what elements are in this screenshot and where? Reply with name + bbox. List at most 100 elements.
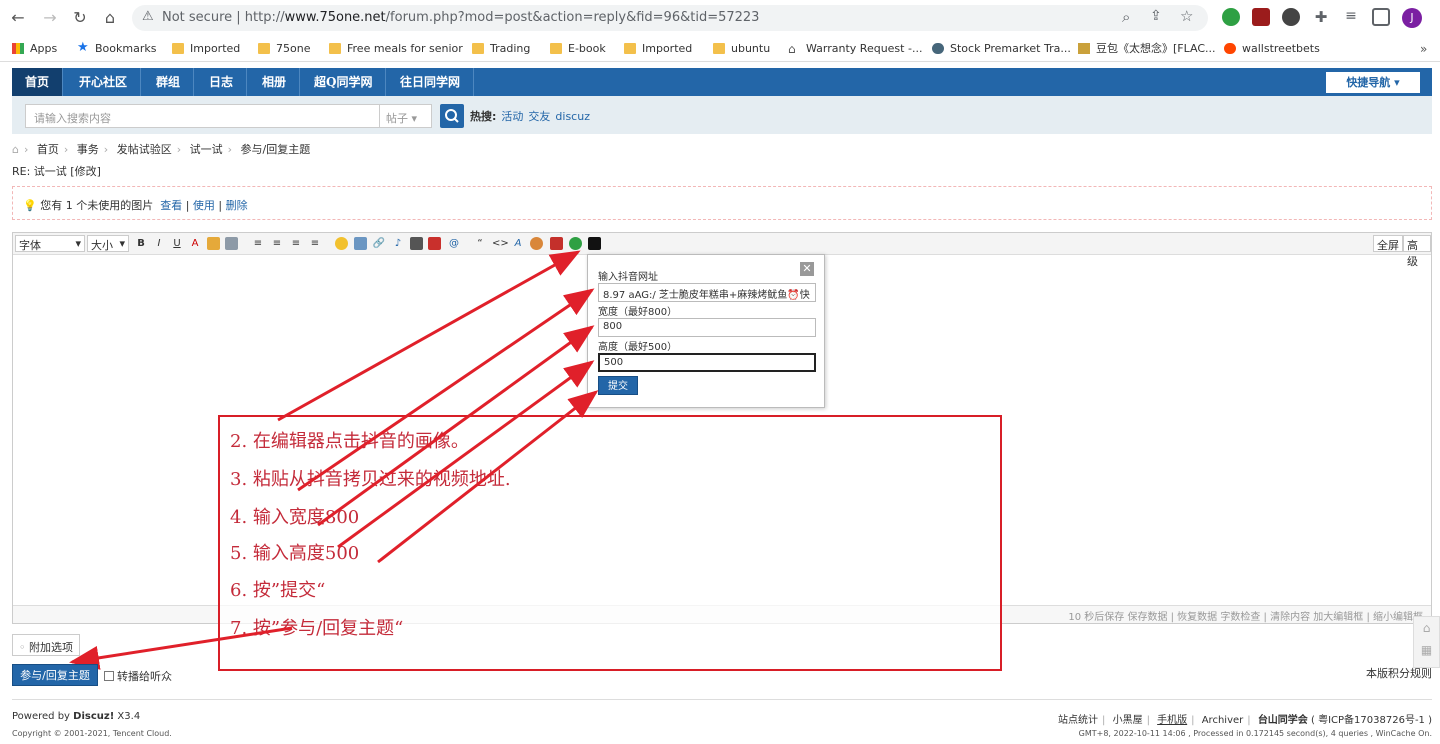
- close-icon[interactable]: ✕: [800, 262, 814, 276]
- breadcrumb-item[interactable]: 发帖试验区: [117, 143, 172, 156]
- back-arrow-icon[interactable]: ←: [8, 8, 28, 28]
- footer-link-archiver[interactable]: Archiver: [1202, 715, 1244, 726]
- bookmark-bookmarks[interactable]: ★ Bookmarks: [75, 40, 156, 58]
- italic-icon[interactable]: I: [152, 237, 166, 251]
- width-input[interactable]: 800: [598, 318, 816, 337]
- align-center-icon[interactable]: ≡: [270, 237, 284, 251]
- fullscreen-button[interactable]: 全屏: [1373, 235, 1403, 252]
- nav-home[interactable]: 首页: [12, 68, 64, 96]
- bold-icon[interactable]: B: [134, 237, 148, 251]
- bookmark-ebook[interactable]: E-book: [548, 40, 606, 58]
- bookmark-ubuntu[interactable]: ubuntu: [711, 40, 770, 58]
- scroll-top-icon[interactable]: ⌂: [1414, 621, 1439, 635]
- bookmark-warranty[interactable]: ⌂ Warranty Request -...: [786, 40, 922, 58]
- code-icon[interactable]: <>: [492, 237, 509, 251]
- highlight-icon[interactable]: [207, 237, 220, 250]
- footer-link-mobile[interactable]: 手机版: [1157, 715, 1187, 726]
- reply-submit-button[interactable]: 参与/回复主题: [12, 664, 98, 686]
- reload-icon[interactable]: ↻: [70, 8, 90, 28]
- puzzle-extensions-icon[interactable]: ✚: [1312, 8, 1330, 26]
- hot-item[interactable]: 活动: [501, 110, 523, 123]
- bookmark-imported-2[interactable]: Imported: [622, 40, 692, 58]
- breadcrumb-item[interactable]: 事务: [77, 143, 99, 156]
- use-link[interactable]: 使用: [193, 199, 215, 212]
- bookmark-wallstreetbets[interactable]: wallstreetbets: [1222, 40, 1320, 58]
- hot-item[interactable]: discuz: [555, 110, 590, 123]
- url-scheme: http://: [244, 10, 285, 25]
- search-type-select[interactable]: 帖子 ▾: [380, 104, 432, 128]
- underline-icon[interactable]: U: [170, 237, 184, 251]
- bookmark-free-meals[interactable]: Free meals for senior: [327, 40, 463, 58]
- delete-link[interactable]: 删除: [226, 199, 248, 212]
- tiktok-url-input[interactable]: 8.97 aAG:/ 芝士脆皮年糕串+麻辣烤鱿鱼⏰快: [598, 283, 816, 302]
- broadcast-checkbox[interactable]: 转播给听众: [104, 668, 172, 684]
- search-button[interactable]: [440, 104, 464, 128]
- step-5: 5. 输入高度500: [230, 543, 360, 564]
- breadcrumb-item[interactable]: 试一试: [190, 143, 223, 156]
- home-icon[interactable]: ⌂: [100, 8, 120, 28]
- nav-groups[interactable]: 群组: [143, 68, 195, 96]
- nav-classmates[interactable]: 往日同学网: [387, 68, 475, 96]
- align-right-icon[interactable]: ≡: [289, 237, 303, 251]
- youtube-icon[interactable]: [550, 237, 563, 250]
- bookmark-apps[interactable]: Apps: [10, 40, 57, 58]
- size-select[interactable]: 大小 ▾: [87, 235, 129, 252]
- bookmark-75one[interactable]: 75one: [256, 40, 310, 58]
- nav-community[interactable]: 开心社区: [66, 68, 142, 96]
- side-panel-icon[interactable]: [1372, 8, 1390, 26]
- image-icon[interactable]: [354, 237, 367, 250]
- at-mention-icon[interactable]: @: [447, 237, 461, 251]
- height-input[interactable]: 500: [598, 353, 816, 372]
- profile-avatar[interactable]: J: [1402, 8, 1422, 28]
- breadcrumb-item[interactable]: 首页: [37, 143, 59, 156]
- font-style-icon[interactable]: A: [511, 237, 525, 251]
- checkbox-icon[interactable]: [104, 671, 114, 681]
- bookmark-imported[interactable]: Imported: [170, 40, 240, 58]
- folder-icon: [472, 43, 484, 54]
- forward-arrow-icon[interactable]: →: [40, 8, 60, 28]
- footer-link-stats[interactable]: 站点统计: [1058, 715, 1098, 726]
- discuz-link[interactable]: Discuz!: [73, 711, 114, 722]
- extension-circles-icon[interactable]: [1282, 8, 1300, 26]
- font-color-icon[interactable]: A: [188, 237, 202, 251]
- search-input[interactable]: 请输入搜索内容: [25, 104, 380, 128]
- ublock-icon[interactable]: [1252, 8, 1270, 26]
- bookmark-trading[interactable]: Trading: [470, 40, 530, 58]
- font-select[interactable]: 字体 ▾: [15, 235, 85, 252]
- attach-options-toggle[interactable]: ◦ 附加选项: [12, 634, 80, 656]
- reading-list-icon[interactable]: ≡: [1342, 8, 1360, 26]
- nav-album[interactable]: 相册: [249, 68, 301, 96]
- music-icon[interactable]: ♪: [391, 237, 405, 251]
- quote-icon[interactable]: “: [473, 237, 487, 251]
- grid-icon[interactable]: ▦: [1414, 643, 1439, 657]
- play-icon[interactable]: [569, 237, 582, 250]
- smiley-icon[interactable]: [335, 237, 348, 250]
- hot-item[interactable]: 交友: [528, 110, 550, 123]
- address-bar[interactable]: ⚠ Not secure | http://www.75one.net/foru…: [132, 5, 1208, 31]
- bookmarks-overflow-icon[interactable]: »: [1420, 42, 1427, 56]
- zoom-icon[interactable]: ⌕: [1122, 8, 1130, 26]
- view-link[interactable]: 查看: [160, 199, 182, 212]
- nav-blog[interactable]: 日志: [196, 68, 248, 96]
- flash-icon[interactable]: [428, 237, 441, 250]
- share-icon[interactable]: ⇪: [1150, 8, 1162, 24]
- align-justify-icon[interactable]: ≡: [308, 237, 322, 251]
- footer-link-blackroom[interactable]: 小黑屋: [1113, 715, 1143, 726]
- qq-icon[interactable]: [530, 237, 543, 250]
- quick-nav-button[interactable]: 快捷导航 ▾: [1326, 72, 1420, 93]
- bookmark-stock-premarket[interactable]: Stock Premarket Tra...: [930, 40, 1071, 58]
- advanced-button[interactable]: 高级: [1403, 235, 1431, 268]
- video-icon[interactable]: [410, 237, 423, 250]
- align-left-icon[interactable]: ≡: [251, 237, 265, 251]
- extension-shield-icon[interactable]: [1222, 8, 1240, 26]
- bookmark-star-icon[interactable]: ☆: [1180, 7, 1193, 25]
- home-icon[interactable]: ⌂: [12, 143, 19, 156]
- footer-site-name[interactable]: 台山同学会: [1258, 715, 1308, 726]
- bookmark-doubao[interactable]: 豆包《太想念》[FLAC...: [1076, 40, 1216, 58]
- nav-superq[interactable]: 超Q同学网: [301, 68, 387, 96]
- eraser-icon[interactable]: [225, 237, 238, 250]
- footer-icp[interactable]: ( 粤ICP备17038726号-1 ): [1311, 715, 1432, 726]
- submit-button[interactable]: 提交: [598, 376, 638, 395]
- tiktok-icon[interactable]: [588, 237, 601, 250]
- attachment-icon[interactable]: 🔗: [372, 237, 386, 251]
